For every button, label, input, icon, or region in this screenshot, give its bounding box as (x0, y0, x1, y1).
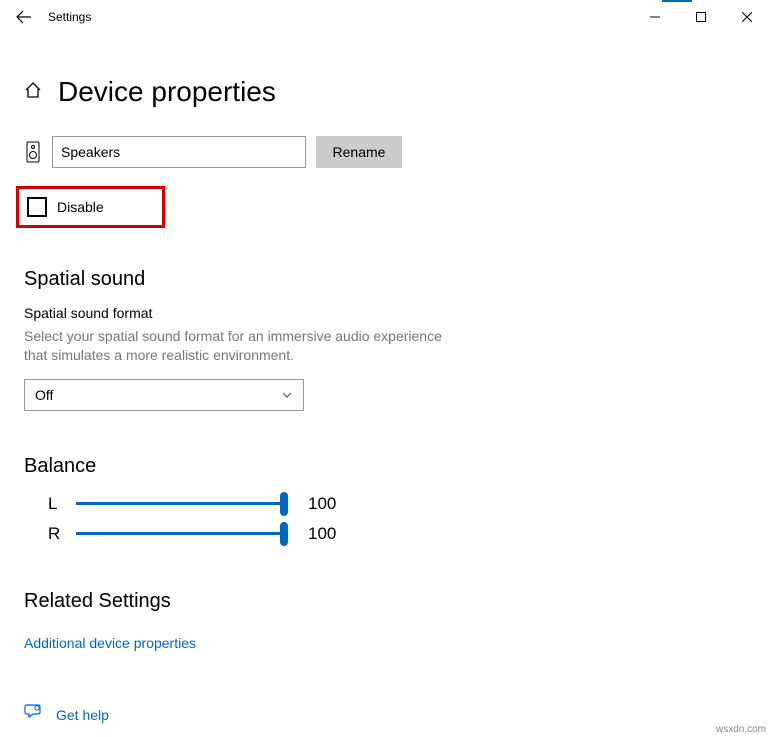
slider-thumb[interactable] (280, 492, 288, 516)
disable-row-highlight: Disable (16, 186, 165, 228)
arrow-left-icon (16, 9, 32, 25)
spatial-format-value: Off (35, 387, 53, 403)
device-name-input[interactable] (52, 136, 306, 168)
maximize-icon (696, 12, 706, 22)
related-heading: Related Settings (24, 590, 746, 613)
accent-strip (662, 0, 692, 2)
balance-heading: Balance (24, 455, 746, 478)
minimize-button[interactable] (632, 1, 678, 33)
footer-links: Get help Give feedback (24, 699, 746, 737)
spatial-heading: Spatial sound (24, 268, 746, 291)
related-section: Related Settings Additional device prope… (24, 590, 746, 653)
device-name-row: Rename (24, 136, 746, 168)
watermark: wsxdn.com (716, 724, 766, 735)
disable-checkbox[interactable] (27, 197, 47, 217)
minimize-icon (650, 12, 660, 22)
window-title: Settings (48, 10, 91, 24)
spatial-format-select[interactable]: Off (24, 379, 304, 411)
chevron-down-icon (281, 389, 293, 401)
close-button[interactable] (724, 1, 770, 33)
window-buttons (632, 1, 770, 33)
balance-right-slider[interactable] (76, 522, 286, 546)
balance-right-row: R 100 (48, 522, 746, 546)
home-icon[interactable] (24, 81, 42, 104)
page-title: Device properties (58, 76, 276, 108)
balance-right-label: R (48, 524, 60, 544)
balance-left-value: 100 (308, 494, 336, 514)
titlebar: Settings (0, 0, 770, 34)
slider-fill (76, 502, 286, 505)
content: Device properties Rename Disable Spatial… (0, 34, 770, 737)
additional-properties-link[interactable]: Additional device properties (24, 635, 196, 651)
balance-left-row: L 100 (48, 492, 746, 516)
close-icon (742, 12, 752, 22)
disable-label: Disable (57, 199, 104, 215)
slider-thumb[interactable] (280, 522, 288, 546)
spatial-description: Select your spatial sound format for an … (24, 327, 464, 365)
maximize-button[interactable] (678, 1, 724, 33)
spatial-format-label: Spatial sound format (24, 305, 746, 321)
balance-left-label: L (48, 494, 60, 514)
slider-fill (76, 532, 286, 535)
speaker-icon (24, 141, 42, 163)
get-help-link: Get help (56, 707, 109, 723)
help-icon (24, 702, 42, 720)
balance-left-slider[interactable] (76, 492, 286, 516)
rename-button[interactable]: Rename (316, 136, 402, 168)
back-button[interactable] (8, 1, 40, 33)
balance-right-value: 100 (308, 524, 336, 544)
get-help-row[interactable]: Get help (24, 699, 746, 723)
page-header: Device properties (24, 76, 746, 108)
